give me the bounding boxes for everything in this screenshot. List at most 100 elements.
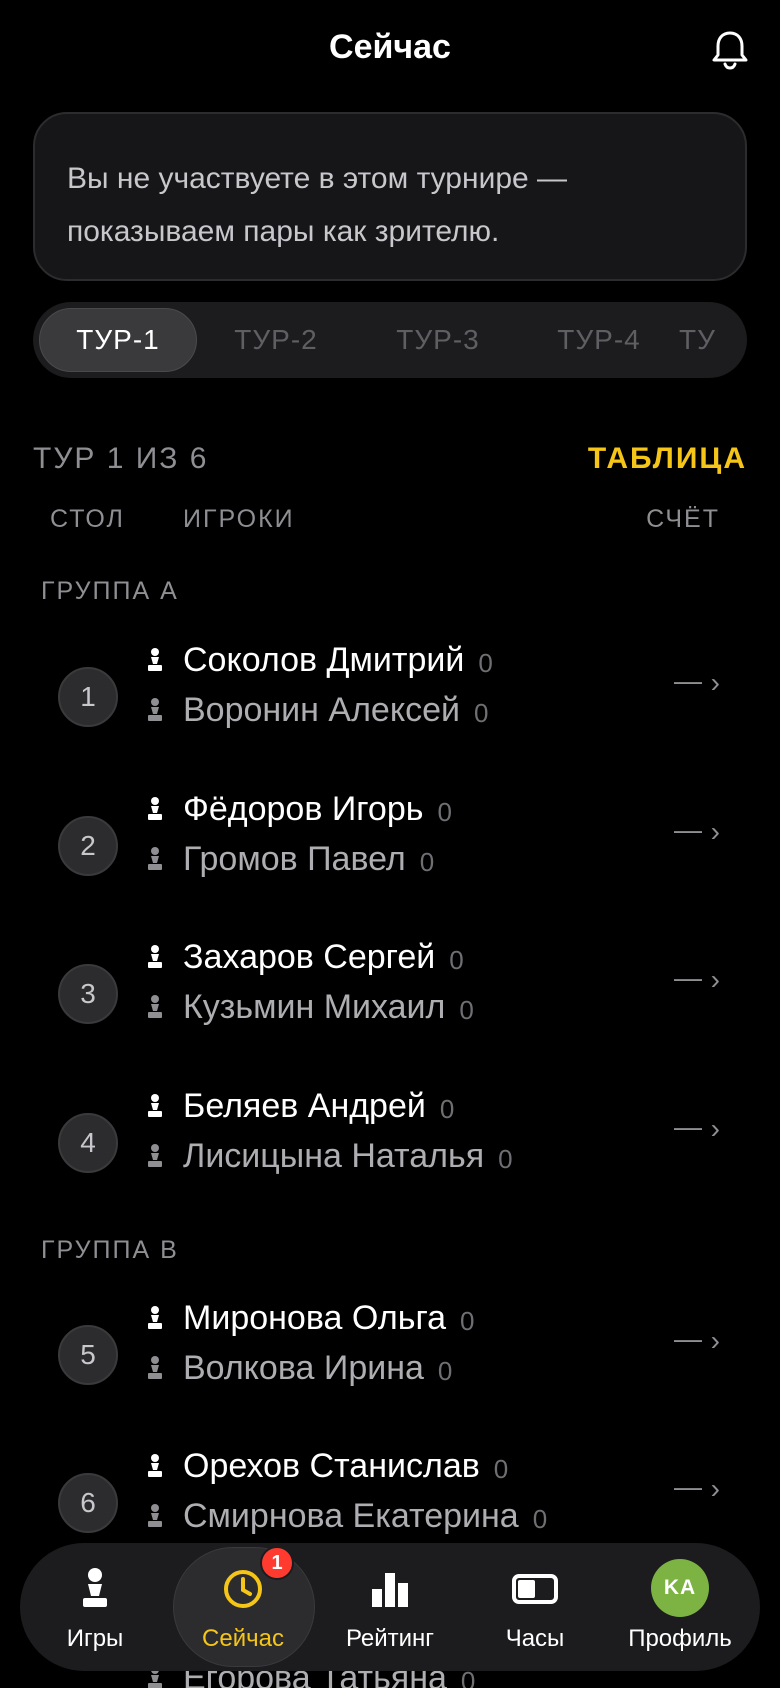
white-player: Миронова Ольга 0 <box>145 1295 475 1341</box>
table-number: 5 <box>58 1325 118 1385</box>
spectator-notice: Вы не участвуете в этом турнире — показы… <box>33 112 747 281</box>
white-pawn-icon <box>148 1454 162 1477</box>
player-name: Кузьмин Михаил <box>183 987 446 1026</box>
nav-label: Сейчас <box>202 1625 284 1652</box>
match-row[interactable]: 5 Миронова Ольга 0 Волкова Ирина 0 — › <box>0 1295 780 1425</box>
black-player: Волкова Ирина 0 <box>145 1345 452 1391</box>
nav-rating[interactable]: Рейтинг <box>320 1543 460 1671</box>
match-result: — <box>674 1323 702 1354</box>
nav-label: Профиль <box>628 1625 732 1652</box>
white-player: Орехов Станислав 0 <box>145 1443 508 1489</box>
player-name: Лисицына Наталья <box>183 1136 485 1175</box>
player-score: 0 <box>493 1453 509 1484</box>
player-score: 0 <box>437 796 452 827</box>
black-pawn-icon <box>148 1504 162 1527</box>
player-score: 0 <box>460 1305 475 1336</box>
pawn-icon <box>83 1568 107 1607</box>
table-number: 6 <box>58 1473 118 1533</box>
white-pawn-icon <box>148 945 162 968</box>
group-label: ГРУППА A <box>41 577 179 605</box>
player-score: 0 <box>473 697 489 728</box>
column-table: СТОЛ <box>50 505 125 533</box>
round-tabs: ТУР-1 ТУР-2 ТУР-3 ТУР-4 ТУ <box>33 302 747 378</box>
player-name: Соколов Дмитрий <box>183 640 465 679</box>
round-bar: ТУР 1 ИЗ 6 ТАБЛИЦА <box>33 442 747 482</box>
player-score: 0 <box>459 994 474 1025</box>
nav-label: Игры <box>66 1625 124 1652</box>
chevron-right-icon: › <box>710 964 720 995</box>
nav-clock[interactable]: Часы <box>465 1543 605 1671</box>
table-number: 2 <box>58 816 118 876</box>
tab-round-5[interactable]: ТУ <box>679 308 747 372</box>
white-pawn-icon <box>148 1094 162 1117</box>
white-pawn-icon <box>148 648 162 671</box>
page-title: Сейчас <box>329 28 451 66</box>
white-player: Фёдоров Игорь 0 <box>145 786 452 832</box>
black-player: Лисицына Наталья 0 <box>145 1133 513 1179</box>
player-name: Смирнова Екатерина <box>183 1496 519 1535</box>
nav-profile[interactable]: KA Профиль <box>610 1543 750 1671</box>
table-number: 4 <box>58 1113 118 1173</box>
chevron-right-icon: › <box>710 1113 720 1144</box>
black-pawn-icon <box>148 847 162 870</box>
match-row[interactable]: 1 Соколов Дмитрий 0 Воронин Алексей 0 — … <box>0 637 780 767</box>
player-score: 0 <box>478 647 493 678</box>
chess-clock-icon <box>512 1574 558 1604</box>
player-name: Захаров Сергей <box>183 937 436 976</box>
group-label: ГРУППА B <box>41 1236 179 1264</box>
chevron-right-icon: › <box>710 816 720 847</box>
black-pawn-icon <box>148 995 162 1018</box>
table-number: 3 <box>58 964 118 1024</box>
white-player: Беляев Андрей 0 <box>145 1083 454 1129</box>
chevron-right-icon: › <box>710 1325 720 1356</box>
white-player: Захаров Сергей 0 <box>145 934 464 980</box>
standings-link[interactable]: ТАБЛИЦА <box>588 442 747 476</box>
player-name: Волкова Ирина <box>183 1348 424 1387</box>
tab-round-2[interactable]: ТУР-2 <box>197 308 355 372</box>
black-pawn-icon <box>148 1356 162 1379</box>
round-label: ТУР 1 ИЗ 6 <box>33 442 209 475</box>
match-result: — <box>674 665 702 696</box>
player-score: 0 <box>439 1093 455 1124</box>
chevron-right-icon: › <box>710 1473 720 1504</box>
nav-label: Рейтинг <box>345 1625 435 1652</box>
player-score: 0 <box>437 1355 453 1386</box>
match-result: — <box>674 814 702 845</box>
black-player: Громов Павел 0 <box>145 836 434 882</box>
match-result: — <box>674 1111 702 1142</box>
notification-badge: 1 <box>260 1546 294 1580</box>
player-name: Миронова Ольга <box>183 1298 447 1337</box>
table-number: 1 <box>58 667 118 727</box>
header: Сейчас <box>0 0 780 100</box>
player-name: Воронин Алексей <box>183 690 460 729</box>
match-row[interactable]: 4 Беляев Андрей 0 Лисицына Наталья 0 — › <box>0 1083 780 1213</box>
tab-round-4[interactable]: ТУР-4 <box>520 308 678 372</box>
bell-icon[interactable] <box>708 28 752 72</box>
black-player: Кузьмин Михаил 0 <box>145 984 474 1030</box>
chevron-right-icon: › <box>710 667 720 698</box>
white-player: Соколов Дмитрий 0 <box>145 637 493 683</box>
match-row[interactable]: 3 Захаров Сергей 0 Кузьмин Михаил 0 — › <box>0 934 780 1064</box>
black-pawn-icon <box>148 698 162 721</box>
avatar: KA <box>651 1559 709 1617</box>
tab-round-3[interactable]: ТУР-3 <box>359 308 517 372</box>
tab-round-1[interactable]: ТУР-1 <box>39 308 197 372</box>
screen: Сейчас Вы не участвуете в этом турнире —… <box>0 0 780 1688</box>
match-row[interactable]: 2 Фёдоров Игорь 0 Громов Павел 0 — › <box>0 786 780 916</box>
black-player: Смирнова Екатерина 0 <box>145 1493 547 1539</box>
black-pawn-icon <box>148 1144 162 1167</box>
player-name: Орехов Станислав <box>183 1446 480 1485</box>
bar-chart-icon <box>372 1573 408 1607</box>
column-players: ИГРОКИ <box>183 505 295 533</box>
nav-label: Часы <box>505 1625 565 1652</box>
match-result: — <box>674 962 702 993</box>
notice-text: Вы не участвуете в этом турнире — показы… <box>67 162 568 248</box>
player-score: 0 <box>449 944 464 975</box>
white-pawn-icon <box>148 1306 162 1329</box>
column-score: СЧЁТ <box>646 505 720 533</box>
black-player: Воронин Алексей 0 <box>145 687 488 733</box>
player-score: 0 <box>532 1503 548 1534</box>
player-score: 0 <box>498 1143 513 1174</box>
nav-games[interactable]: Игры <box>25 1543 165 1671</box>
player-name: Громов Павел <box>183 839 406 878</box>
